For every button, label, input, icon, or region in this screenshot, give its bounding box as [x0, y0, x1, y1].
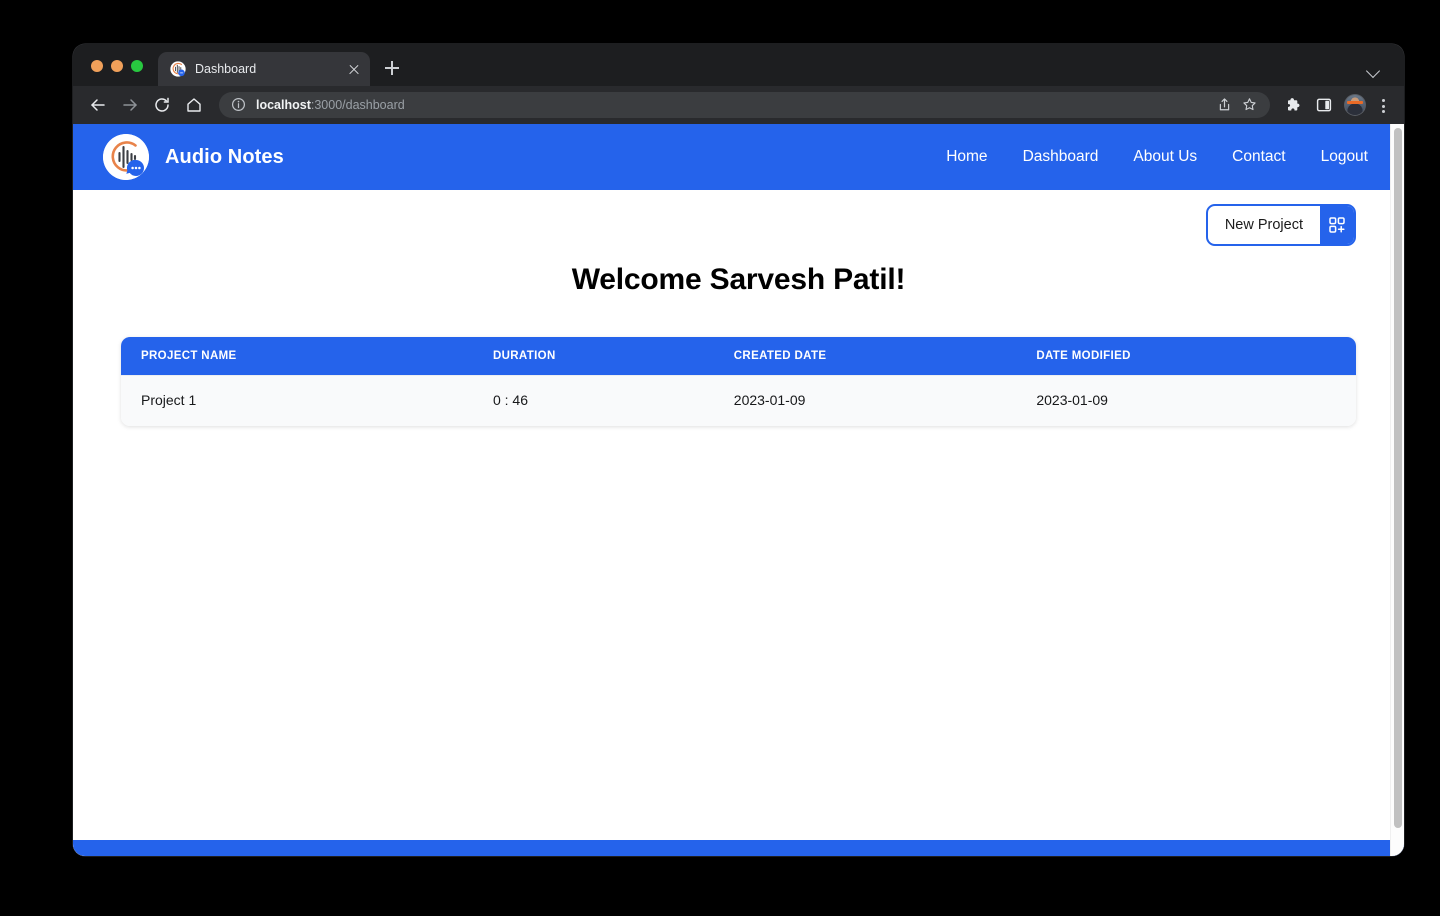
- reload-button[interactable]: [147, 90, 177, 120]
- new-project-button[interactable]: New Project: [1205, 204, 1356, 246]
- grid-plus-icon[interactable]: [1320, 206, 1354, 244]
- url-host: localhost: [256, 98, 311, 112]
- table-header: PROJECT NAME DURATION CREATED DATE DATE …: [121, 337, 1356, 376]
- three-dot-menu-icon[interactable]: [1372, 91, 1394, 119]
- page-scrollbar-thumb[interactable]: [1394, 128, 1402, 828]
- cell-project-name: Project 1: [121, 375, 473, 426]
- page-content: New Project Welcome Sarvesh Patil! PROJE…: [73, 190, 1404, 856]
- window-traffic-lights: [73, 60, 143, 86]
- nav-link-about-us[interactable]: About Us: [1133, 148, 1197, 166]
- browser-window: Dashboard localhost:3000/dashboard Audio…: [73, 44, 1404, 856]
- brand-title: Audio Notes: [165, 145, 284, 168]
- share-icon[interactable]: [1217, 97, 1233, 113]
- url-path: :3000/dashboard: [310, 98, 405, 112]
- nav-link-contact[interactable]: Contact: [1232, 148, 1285, 166]
- column-header-project-name[interactable]: PROJECT NAME: [121, 337, 473, 376]
- table-body: Project 1 0 : 46 2023-01-09 2023-01-09: [121, 375, 1356, 426]
- table-header-row: PROJECT NAME DURATION CREATED DATE DATE …: [121, 337, 1356, 376]
- side-panel-icon[interactable]: [1310, 91, 1338, 119]
- forward-button[interactable]: [115, 90, 145, 120]
- page-scrollbar[interactable]: [1390, 124, 1404, 856]
- column-header-created-date[interactable]: CREATED DATE: [713, 337, 1017, 376]
- address-bar-url: localhost:3000/dashboard: [256, 98, 405, 112]
- new-project-toolbar: New Project: [121, 190, 1356, 246]
- page-title: Welcome Sarvesh Patil!: [571, 263, 906, 296]
- browser-tab[interactable]: Dashboard: [158, 52, 370, 86]
- new-tab-button[interactable]: [378, 54, 406, 82]
- address-bar[interactable]: localhost:3000/dashboard: [219, 92, 1270, 118]
- tab-close-icon[interactable]: [346, 61, 362, 77]
- app-nav-links: Home Dashboard About Us Contact Logout: [946, 148, 1368, 166]
- cell-created-date: 2023-01-09: [713, 375, 1017, 426]
- audio-notes-logo-icon: [103, 134, 149, 180]
- tab-title: Dashboard: [195, 62, 257, 76]
- app-footer-bar: [73, 840, 1404, 856]
- window-maximize-button[interactable]: [131, 60, 143, 72]
- table-row[interactable]: Project 1 0 : 46 2023-01-09 2023-01-09: [121, 375, 1356, 426]
- browser-tab-strip: Dashboard: [73, 44, 1404, 86]
- new-project-label: New Project: [1224, 217, 1303, 233]
- info-circle-icon[interactable]: [231, 97, 247, 113]
- back-button[interactable]: [83, 90, 113, 120]
- nav-link-home[interactable]: Home: [946, 148, 987, 166]
- column-header-date-modified[interactable]: DATE MODIFIED: [1016, 337, 1356, 376]
- cell-duration: 0 : 46: [472, 375, 714, 426]
- cell-date-modified: 2023-01-09: [1016, 375, 1356, 426]
- app-navbar: Audio Notes Home Dashboard About Us Cont…: [73, 124, 1404, 190]
- window-close-button[interactable]: [91, 60, 103, 72]
- window-minimize-button[interactable]: [111, 60, 123, 72]
- star-icon[interactable]: [1242, 97, 1258, 113]
- column-header-duration[interactable]: DURATION: [472, 337, 714, 376]
- page-viewport: Audio Notes Home Dashboard About Us Cont…: [73, 124, 1404, 856]
- nav-link-dashboard[interactable]: Dashboard: [1023, 148, 1099, 166]
- home-button[interactable]: [179, 90, 209, 120]
- nav-link-logout[interactable]: Logout: [1321, 148, 1368, 166]
- tab-list-chevron-down-icon[interactable]: [1364, 61, 1382, 79]
- brand[interactable]: Audio Notes: [103, 134, 284, 180]
- profile-avatar[interactable]: [1344, 94, 1366, 116]
- projects-table: PROJECT NAME DURATION CREATED DATE DATE …: [121, 337, 1356, 426]
- extensions-puzzle-icon[interactable]: [1280, 91, 1308, 119]
- tab-favicon-icon: [170, 61, 186, 77]
- device-frame: Dashboard localhost:3000/dashboard Audio…: [18, 8, 1422, 908]
- browser-toolbar: localhost:3000/dashboard: [73, 86, 1404, 124]
